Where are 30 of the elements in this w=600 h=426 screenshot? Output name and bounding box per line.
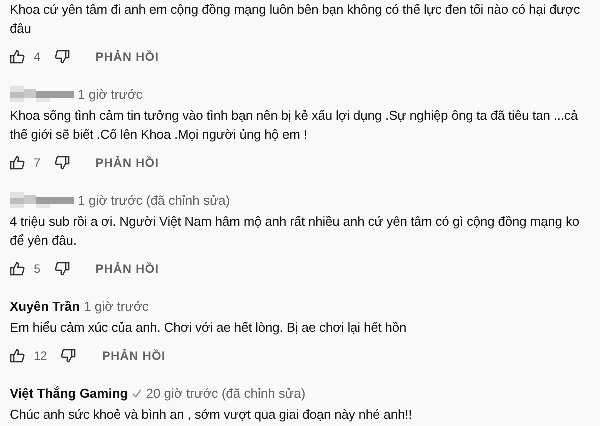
thumbs-down-icon[interactable] [54,156,70,170]
comment-text: Khoa sống tình cảm tin tưởng vào tình bạn nên bị kẻ xấu lợi dụng .Sự nghiệp ông ta đã tiêu tan ...cả thế giới sẽ biết .Cố lên Khoa .Mọi người ủng hộ em ! [10,107,580,144]
thumbs-up-icon[interactable] [10,262,25,276]
like-count: 12 [34,349,48,363]
like-count: 7 [34,156,41,170]
comment-text: Chúc anh sức khoẻ và bình an , sớm vượt qua giai đoạn này nhé anh!! [10,406,414,424]
thumbs-up-icon[interactable] [10,349,25,363]
comment-time: 1 giờ trước (đã chỉnh sửa) [78,192,230,208]
blurred-name [10,192,74,208]
blurred-name [10,86,74,102]
like-count: 4 [34,50,41,64]
reply-button[interactable]: PHẢN HỒI [96,262,160,276]
comment-text: Em hiểu cảm xúc của anh. Chơi với ae hết lòng. Bị ae chơi lại hết hồn [10,319,408,337]
thumbs-down-icon[interactable] [54,50,70,64]
comment-text: 4 triệu sub rồi a ơi. Người Việt Nam hâm mộ anh rất nhiều anh cứ yên tâm có gì cộng đồng mạng ko để yên đâu. [10,213,580,250]
author-name[interactable]: Xuyên Trần [10,298,80,314]
thumbs-up-icon[interactable] [10,50,25,64]
comment-time: 1 giờ trước [78,86,143,102]
thumbs-up-icon[interactable] [10,156,25,170]
thumbs-down-icon[interactable] [54,262,70,276]
author-name[interactable]: Việt Thắng Gaming [10,386,128,400]
comment-time: 20 giờ trước (đã chỉnh sửa) [146,386,306,400]
checkmark-icon [132,388,142,398]
comment-text: Khoa cứ yên tâm đi anh em cộng đồng mạng luôn bên bạn không có thế lực đen tối nào có hại được đâu [10,1,582,38]
like-count: 5 [34,262,41,276]
reply-button[interactable]: PHẢN HỒI [102,349,166,363]
reply-button[interactable]: PHẢN HỒI [96,156,160,170]
comment-time: 1 giờ trước [84,298,149,314]
reply-button[interactable]: PHẢN HỒI [96,50,160,64]
thumbs-down-icon[interactable] [61,349,76,363]
